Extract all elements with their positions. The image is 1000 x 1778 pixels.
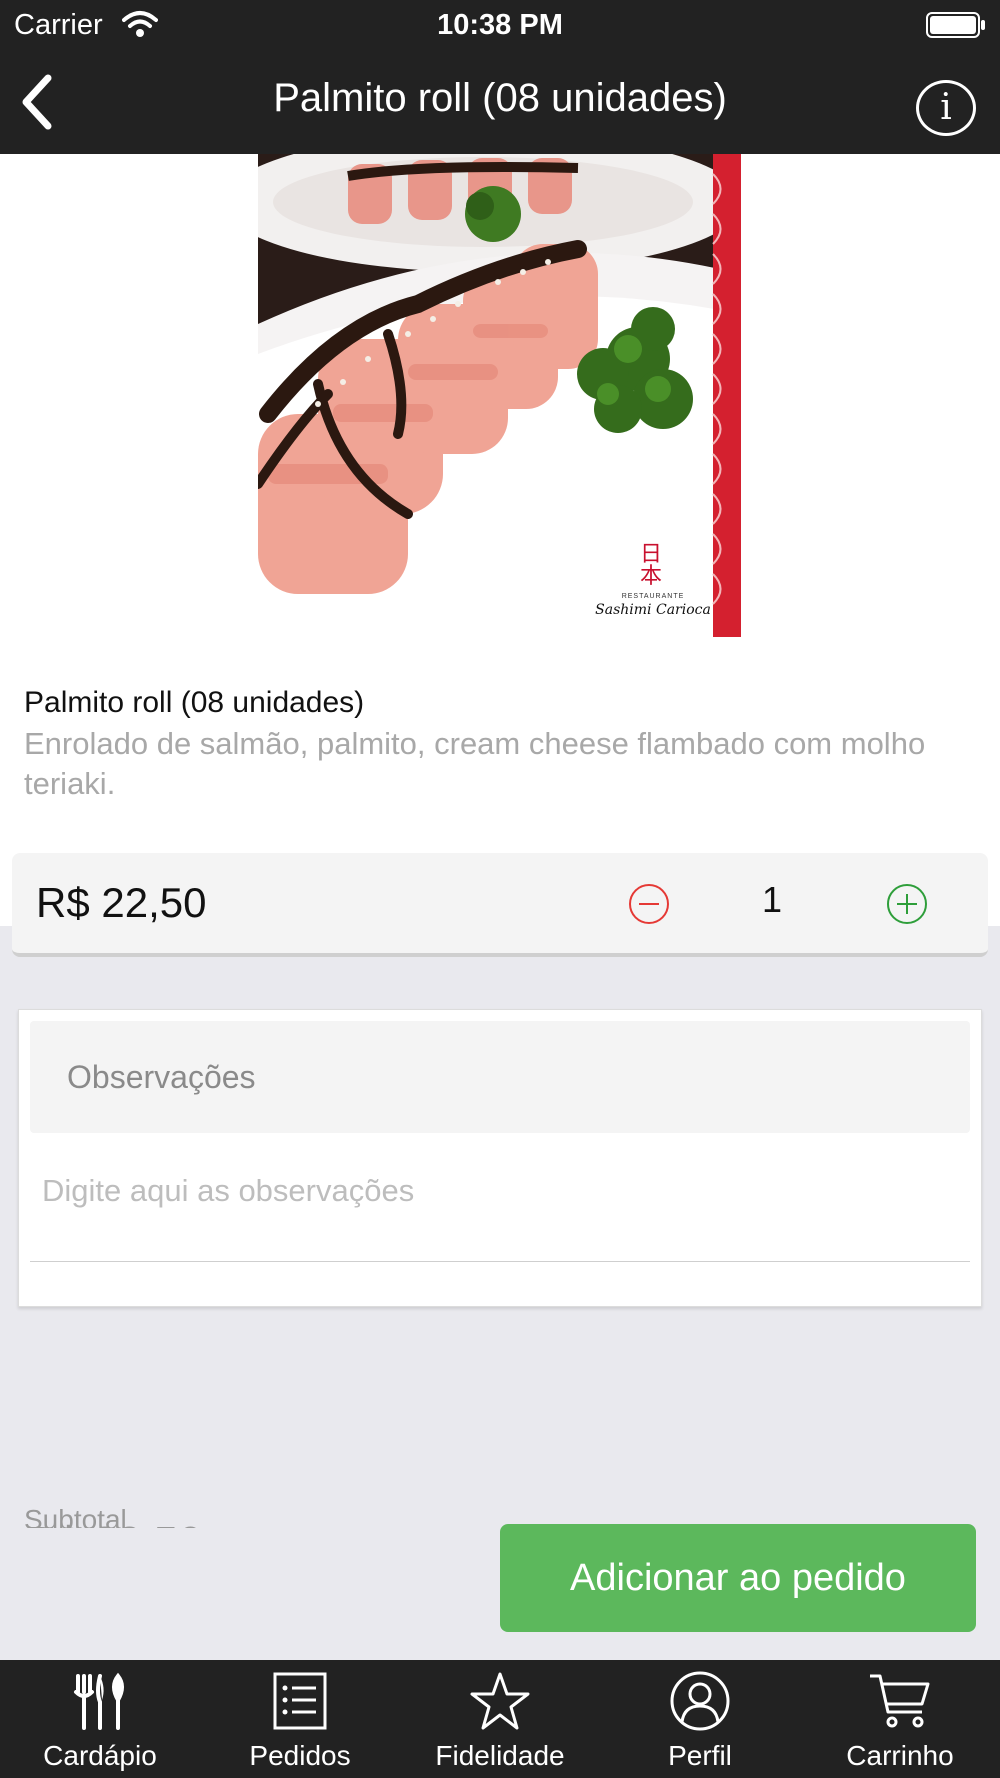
back-button[interactable] [16,72,60,132]
tab-label: Cardápio [43,1740,157,1771]
product-name: Palmito roll (08 unidades) [24,686,365,719]
tab-cardapio[interactable]: Cardápio [0,1660,200,1778]
battery-icon [926,12,985,38]
notes-input[interactable] [30,1160,970,1262]
top-bar: Carrier 10:38 PM Palmito roll (08 unidad… [0,0,1000,154]
user-icon [670,1671,730,1731]
quantity-value: 1 [762,879,783,920]
increase-quantity-button[interactable] [886,883,928,925]
tab-pedidos[interactable]: Pedidos [200,1660,400,1778]
photo-kanji: 日本 [640,542,663,589]
photo-logo: Sashimi Carioca [595,602,711,618]
product-description: Enrolado de salmão, palmito, cream chees… [24,726,926,801]
info-icon: i [940,87,952,128]
tab-bar: Cardápio Pedidos Fidelidade Perfil Carri… [0,1660,1000,1778]
list-icon [273,1672,327,1730]
cutlery-icon [74,1672,124,1730]
star-icon [470,1672,530,1730]
tab-label: Pedidos [249,1740,351,1771]
photo-logo-small: RESTAURANTE [621,593,685,600]
tab-carrinho[interactable]: Carrinho [800,1660,1000,1778]
tab-label: Carrinho [846,1740,954,1771]
subtotal-value: R$ 22,50 [24,1518,203,1528]
price-card: R$ 22,50 1 [12,853,988,957]
decrease-quantity-button[interactable] [628,883,670,925]
page-title: Palmito roll (08 unidades) [273,76,727,120]
cart-icon [870,1674,930,1728]
notes-card: Observações [18,1009,982,1307]
sushi-photo-illustration [258,154,741,637]
status-bar: Carrier 10:38 PM [0,0,1000,50]
product-price: R$ 22,50 [36,879,207,926]
status-time: 10:38 PM [437,9,563,41]
tab-label: Perfil [668,1740,732,1771]
subtotal-section: Subtotal R$ 22,50 [24,1496,324,1528]
tab-label: Fidelidade [435,1740,565,1771]
notes-title: Observações [67,1059,256,1095]
notes-header: Observações [30,1021,970,1133]
info-button[interactable]: i [916,80,976,136]
tab-fidelidade[interactable]: Fidelidade [400,1660,600,1778]
product-image: 日本 RESTAURANTE Sashimi Carioca [258,154,741,637]
tab-perfil[interactable]: Perfil [600,1660,800,1778]
add-to-order-button[interactable]: Adicionar ao pedido [500,1524,976,1632]
